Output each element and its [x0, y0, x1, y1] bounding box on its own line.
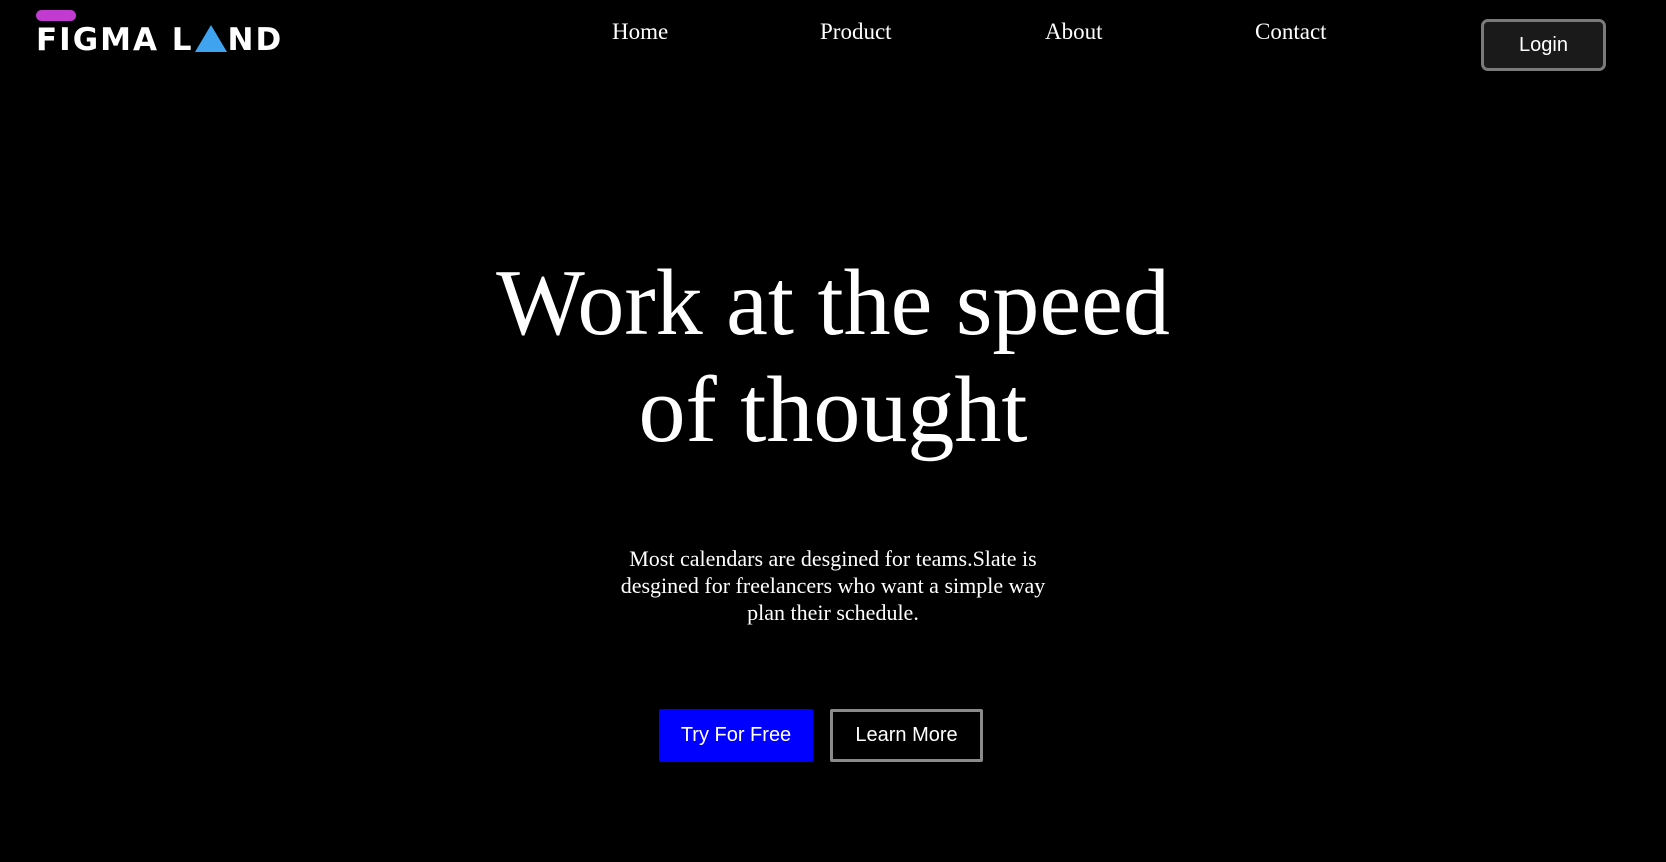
nav-item-product[interactable]: Product [820, 16, 892, 48]
learn-more-button[interactable]: Learn More [830, 709, 983, 762]
try-for-free-button[interactable]: Try For Free [659, 709, 813, 762]
hero-headline: Work at the speed of thought [0, 250, 1666, 464]
nav-item-home[interactable]: Home [612, 16, 668, 48]
hero-description-line-3: plan their schedule. [747, 600, 919, 625]
main-nav: Home Product About Contact [0, 16, 1666, 48]
hero-description: Most calendars are desgined for teams.Sl… [583, 545, 1083, 626]
login-button[interactable]: Login [1481, 19, 1606, 71]
nav-item-about[interactable]: About [1045, 16, 1103, 48]
nav-item-contact[interactable]: Contact [1255, 16, 1327, 48]
hero-description-line-2: desgined for freelancers who want a simp… [620, 573, 1046, 598]
hero-headline-line-2: of thought [638, 358, 1028, 462]
hero-description-line-1: Most calendars are desgined for teams.Sl… [629, 546, 1037, 571]
hero-headline-line-1: Work at the speed [496, 251, 1170, 355]
